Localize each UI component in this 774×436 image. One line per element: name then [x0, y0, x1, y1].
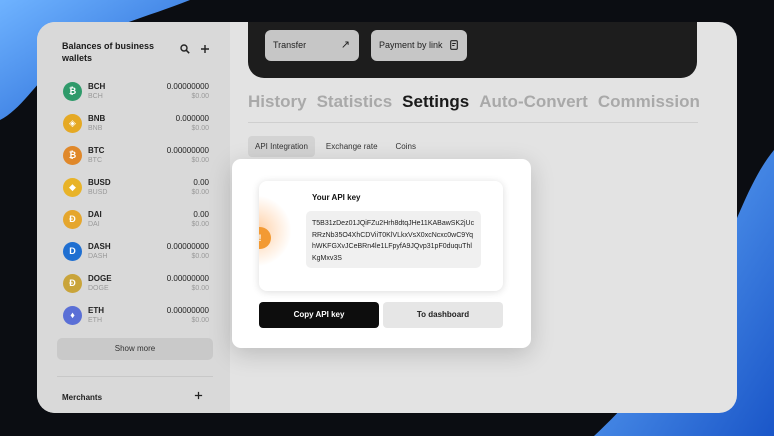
- document-icon: [450, 30, 458, 61]
- eth-icon: ♦: [63, 306, 82, 325]
- plus-icon[interactable]: [200, 44, 210, 56]
- wallet-row-eth[interactable]: ♦ ETH ETH 0.00000000 $0.00: [63, 304, 209, 330]
- payment-by-link-label: Payment by link: [379, 40, 443, 50]
- coin-amount: 0.00: [193, 210, 209, 219]
- subtab-coins[interactable]: Coins: [389, 136, 423, 157]
- merchants-label: Merchants: [62, 393, 103, 402]
- busd-icon: ◆: [63, 178, 82, 197]
- bnb-icon: ◈: [63, 114, 82, 133]
- divider: [57, 376, 213, 377]
- coin-amount: 0.00000000: [166, 146, 209, 155]
- tab-commission[interactable]: Commission: [598, 92, 700, 112]
- coin-usd: $0.00: [191, 189, 209, 196]
- transfer-label: Transfer: [273, 40, 307, 50]
- api-key-modal: ! Your API key T5B31zDez01JQiFZu2Hrh8dtq…: [232, 159, 531, 348]
- api-key-title: Your API key: [312, 193, 361, 202]
- payment-by-link-button[interactable]: Payment by link: [371, 30, 467, 61]
- copy-api-key-button[interactable]: Copy API key: [259, 302, 379, 328]
- coin-symbol: DOGE: [88, 274, 112, 283]
- coin-symbol: BUSD: [88, 178, 111, 187]
- coin-amount: 0.00000000: [166, 82, 209, 91]
- coin-usd: $0.00: [191, 93, 209, 100]
- coin-usd: $0.00: [191, 285, 209, 292]
- action-bar: Transfer ↗ Payment by link: [248, 22, 697, 78]
- tabs-divider: [248, 122, 698, 123]
- coin-symbol: BNB: [88, 114, 106, 123]
- coin-amount: 0.00: [193, 178, 209, 187]
- coin-subtitle: BNB: [88, 125, 103, 132]
- api-key-card: ! Your API key T5B31zDez01JQiFZu2Hrh8dtq…: [259, 181, 503, 291]
- tab-history[interactable]: History: [248, 92, 307, 112]
- coin-usd: $0.00: [191, 253, 209, 260]
- coin-subtitle: BTC: [88, 157, 102, 164]
- wallet-row-bch[interactable]: ₿ BCH BCH 0.00000000 $0.00: [63, 80, 209, 106]
- btc-icon: ₿: [63, 146, 82, 165]
- coin-subtitle: BCH: [88, 93, 103, 100]
- subtab-exchange-rate[interactable]: Exchange rate: [319, 136, 385, 157]
- coin-subtitle: ETH: [88, 317, 102, 324]
- dash-icon: D: [63, 242, 82, 261]
- dai-icon: Đ: [63, 210, 82, 229]
- show-more-button[interactable]: Show more: [57, 338, 213, 360]
- coin-amount: 0.000000: [175, 114, 209, 123]
- tab-auto-convert[interactable]: Auto-Convert: [479, 92, 588, 112]
- wallet-row-bnb[interactable]: ◈ BNB BNB 0.000000 $0.00: [63, 112, 209, 138]
- wallet-row-busd[interactable]: ◆ BUSD BUSD 0.00 $0.00: [63, 176, 209, 202]
- coin-symbol: DASH: [88, 242, 111, 251]
- wallet-row-doge[interactable]: Ð DOGE DOGE 0.00000000 $0.00: [63, 272, 209, 298]
- coin-amount: 0.00000000: [166, 274, 209, 283]
- coin-symbol: DAI: [88, 210, 102, 219]
- coin-usd: $0.00: [191, 125, 209, 132]
- bch-icon: ₿: [63, 82, 82, 101]
- wallet-row-btc[interactable]: ₿ BTC BTC 0.00000000 $0.00: [63, 144, 209, 170]
- api-key-value[interactable]: T5B31zDez01JQiFZu2Hrh8dtqJHe11KABawSK2jU…: [306, 211, 481, 268]
- coin-usd: $0.00: [191, 221, 209, 228]
- coin-usd: $0.00: [191, 317, 209, 324]
- coin-usd: $0.00: [191, 157, 209, 164]
- sidebar-title: Balances of business wallets: [62, 41, 155, 63]
- coin-amount: 0.00000000: [166, 306, 209, 315]
- search-icon[interactable]: [180, 44, 190, 56]
- arrow-up-right-icon: ↗: [340, 39, 350, 51]
- doge-icon: Ð: [63, 274, 82, 293]
- wallet-row-dai[interactable]: Đ DAI DAI 0.00 $0.00: [63, 208, 209, 234]
- transfer-button[interactable]: Transfer ↗: [265, 30, 359, 61]
- wallet-sidebar: Balances of business wallets ₿ BCH BCH 0…: [37, 22, 230, 413]
- settings-subtabs: API Integration Exchange rate Coins: [248, 136, 423, 157]
- coin-symbol: ETH: [88, 306, 104, 315]
- wallet-row-dash[interactable]: D DASH DASH 0.00000000 $0.00: [63, 240, 209, 266]
- coin-subtitle: BUSD: [88, 189, 108, 196]
- coin-amount: 0.00000000: [166, 242, 209, 251]
- add-merchant-plus-icon[interactable]: [194, 389, 203, 403]
- coin-subtitle: DOGE: [88, 285, 109, 292]
- coin-symbol: BCH: [88, 82, 106, 91]
- tab-statistics[interactable]: Statistics: [317, 92, 393, 112]
- main-tabs: History Statistics Settings Auto-Convert…: [248, 92, 700, 112]
- subtab-api-integration[interactable]: API Integration: [248, 136, 315, 157]
- tab-settings[interactable]: Settings: [402, 92, 469, 112]
- coin-subtitle: DAI: [88, 221, 100, 228]
- coin-subtitle: DASH: [88, 253, 108, 260]
- coin-symbol: BTC: [88, 146, 105, 155]
- to-dashboard-button[interactable]: To dashboard: [383, 302, 503, 328]
